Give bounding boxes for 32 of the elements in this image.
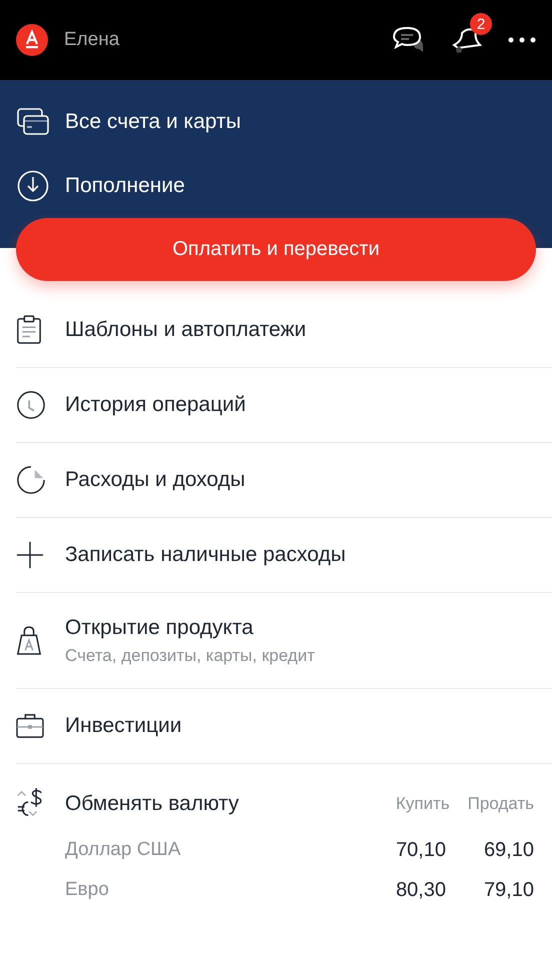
briefcase-icon (16, 713, 44, 739)
pay-transfer-button[interactable]: Оплатить и перевести (16, 218, 536, 281)
column-header: Купить (396, 794, 450, 814)
menu-item[interactable]: Пополнение (65, 174, 185, 198)
menu-item[interactable]: Расходы и доходы (65, 468, 246, 492)
menu-item[interactable]: Открытие продукта (65, 616, 315, 640)
menu-item[interactable]: Записать наличные расходы (65, 543, 346, 567)
buy-rate: 80,30 (394, 878, 446, 902)
chat-icon[interactable] (392, 25, 426, 55)
currency-name: Евро (65, 879, 110, 901)
bank-logo-icon[interactable] (16, 24, 48, 56)
notification-badge: 2 (470, 13, 492, 35)
user-name[interactable]: Елена (64, 29, 120, 51)
column-header: Продать (468, 794, 534, 814)
clipboard-icon (16, 315, 42, 345)
menu-item[interactable]: Все счета и карты (65, 110, 241, 134)
sell-rate: 69,10 (482, 838, 534, 862)
plus-icon (16, 541, 44, 569)
menu-item[interactable]: Инвестиции (65, 714, 182, 738)
download-icon (16, 170, 50, 202)
currency-name: Доллар США (65, 839, 182, 861)
menu-item[interactable]: История операций (65, 393, 246, 417)
buy-rate: 70,10 (394, 838, 446, 862)
menu-item[interactable]: Шаблоны и автоплатежи (65, 318, 306, 342)
clock-icon (16, 390, 46, 420)
menu-item[interactable]: Обменять валюту (65, 792, 378, 816)
sell-rate: 79,10 (482, 878, 534, 902)
more-icon[interactable] (508, 37, 536, 43)
menu-item-subtitle: Счета, депозиты, карты, кредит (65, 646, 315, 666)
cards-icon (16, 107, 50, 137)
shopping-bag-icon (16, 626, 42, 656)
pie-chart-icon (16, 465, 46, 495)
